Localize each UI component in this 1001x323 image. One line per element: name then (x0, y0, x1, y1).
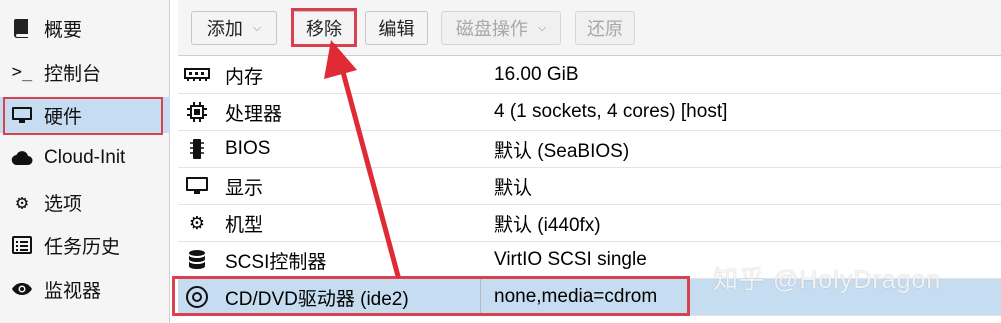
hardware-row-bios[interactable]: BIOS 默认 (SeaBIOS) (178, 131, 1001, 168)
chevron-down-icon: ⌵ (537, 21, 547, 34)
sidebar-item-label: 监视器 (44, 280, 102, 302)
sidebar-item-cloud-init[interactable]: Cloud-Init (0, 140, 170, 176)
hardware-value: 16.00 GiB (494, 64, 579, 85)
monitor-icon (10, 103, 34, 127)
hardware-value: 默认 (SeaBIOS) (494, 140, 630, 162)
sidebar-item-label: 硬件 (44, 106, 83, 128)
hardware-name: 处理器 (225, 103, 283, 125)
hardware-value: 默认 (i440fx) (494, 214, 601, 236)
hardware-name: 显示 (225, 177, 264, 199)
disk-operations-label: 磁盘操作 (455, 19, 528, 39)
revert-button[interactable]: 还原 (575, 11, 635, 45)
edit-button-label: 编辑 (378, 19, 415, 39)
sidebar-item-label: 概要 (44, 19, 83, 41)
add-button-label: 添加 (206, 19, 243, 39)
remove-highlight-box (291, 8, 357, 47)
cpu-icon (184, 99, 210, 125)
cdrom-row-highlight-box (172, 276, 690, 316)
sidebar-item-label: 选项 (44, 193, 83, 215)
chevron-down-icon: ⌵ (252, 21, 262, 34)
edit-button[interactable]: 编辑 (365, 11, 428, 45)
hardware-value: 默认 (494, 177, 533, 199)
sidebar-item-monitor[interactable]: 监视器 (0, 271, 170, 307)
toolbar: 添加 ⌵ 移除 编辑 磁盘操作 ⌵ 还原 (178, 0, 1001, 56)
hardware-name: 机型 (225, 214, 264, 236)
hardware-row-memory[interactable]: 内存 16.00 GiB (178, 57, 1001, 94)
add-button[interactable]: 添加 ⌵ (191, 11, 277, 45)
watermark: 知乎 @HolyDragon (713, 266, 942, 294)
hardware-value: 4 (1 sockets, 4 cores) [host] (494, 101, 728, 122)
revert-button-label: 还原 (587, 19, 623, 39)
gear-icon: ⚙ (15, 190, 29, 214)
sidebar-item-options[interactable]: ⚙ 选项 (0, 184, 170, 220)
memory-icon (184, 62, 210, 88)
database-icon (184, 247, 210, 273)
sidebar-item-summary[interactable]: 概要 (0, 10, 170, 46)
sidebar-item-label: 任务历史 (44, 236, 121, 258)
sidebar-item-task-history[interactable]: 任务历史 (0, 227, 170, 263)
hardware-row-display[interactable]: 显示 默认 (178, 168, 1001, 205)
eye-icon (10, 277, 34, 301)
cloud-icon (10, 146, 34, 170)
machine-icon: ⚙ (188, 212, 206, 233)
list-icon (10, 233, 34, 257)
disk-operations-button[interactable]: 磁盘操作 ⌵ (441, 11, 561, 45)
hardware-value: VirtIO SCSI single (494, 249, 647, 270)
hardware-name: SCSI控制器 (225, 251, 327, 273)
display-icon (184, 173, 210, 199)
terminal-icon: >_ (11, 62, 33, 82)
sidebar-item-console[interactable]: >_ 控制台 (0, 54, 170, 90)
bios-icon (184, 136, 210, 162)
sidebar: 概要 >_ 控制台 硬件 Cloud-Init ⚙ 选项 任务历史 监视器 (0, 0, 170, 323)
hardware-name: 内存 (225, 66, 264, 88)
sidebar-item-label: 控制台 (44, 63, 102, 85)
book-icon (10, 16, 34, 40)
hardware-row-processor[interactable]: 处理器 4 (1 sockets, 4 cores) [host] (178, 94, 1001, 131)
sidebar-item-label: Cloud-Init (44, 147, 126, 168)
hardware-row-machine[interactable]: ⚙ 机型 默认 (i440fx) (178, 205, 1001, 242)
hardware-name: BIOS (225, 138, 271, 159)
sidebar-item-hardware[interactable]: 硬件 (0, 97, 170, 135)
